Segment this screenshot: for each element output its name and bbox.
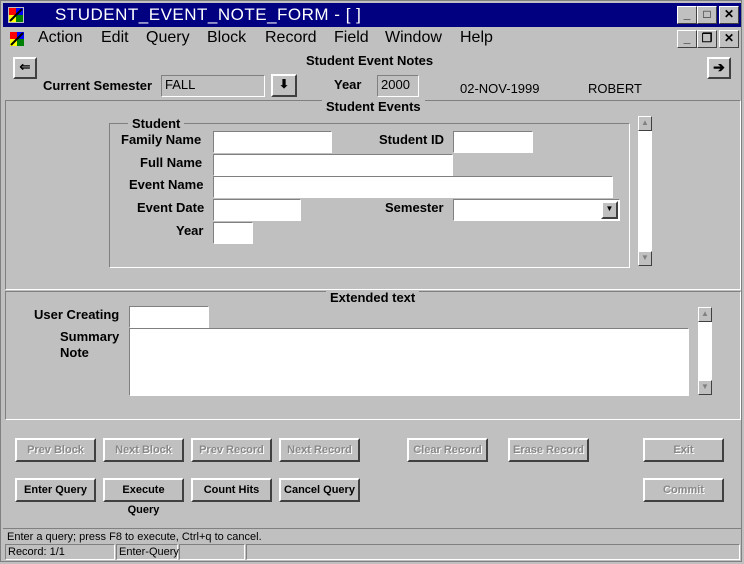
current-date: 02-NOV-1999 — [460, 81, 540, 96]
status-message: Enter a query; press F8 to execute, Ctrl… — [7, 531, 262, 543]
event-name-field[interactable] — [213, 176, 613, 198]
title-bar[interactable]: STUDENT_EVENT_NOTE_FORM - [ ] _ □ ✕ — [3, 3, 741, 27]
event-date-label: Event Date — [137, 200, 205, 215]
close-icon: ✕ — [723, 7, 735, 21]
erase-record-button[interactable]: Erase Record — [508, 438, 589, 462]
summary-label: Summary — [60, 329, 120, 344]
semester-label: Semester — [385, 200, 444, 215]
menu-help[interactable]: Help — [460, 29, 493, 47]
next-block-button[interactable]: Next Block — [103, 438, 184, 462]
form-heading: Student Event Notes — [306, 53, 434, 68]
menu-field[interactable]: Field — [334, 29, 369, 47]
student-events-title: Student Events — [322, 99, 425, 114]
status-cell-1 — [179, 544, 245, 560]
minimize-icon: _ — [683, 31, 691, 45]
event-date-field[interactable] — [213, 199, 301, 221]
record-indicator: Record: 1/1 — [5, 544, 115, 560]
download-arrow-icon: ⬇ — [278, 77, 290, 91]
scroll-up-icon[interactable]: ▲ — [638, 116, 652, 131]
clear-record-button[interactable]: Clear Record — [407, 438, 488, 462]
menu-record[interactable]: Record — [265, 29, 317, 47]
count-hits-button[interactable]: Count Hits — [191, 478, 272, 502]
menu-window[interactable]: Window — [385, 29, 442, 47]
exit-button[interactable]: Exit — [643, 438, 724, 462]
menu-bar: Action Edit Query Block Record Field Win… — [3, 28, 741, 50]
student-id-label: Student ID — [379, 132, 444, 147]
semester-lov-button[interactable]: ⬇ — [271, 74, 297, 97]
summary-scrollbar[interactable]: ▲ ▼ — [697, 306, 713, 396]
chevron-down-icon: ▼ — [605, 204, 614, 213]
semester-select[interactable] — [453, 199, 620, 221]
student-id-field[interactable] — [453, 131, 533, 153]
commit-button[interactable]: Commit — [643, 478, 724, 502]
mode-indicator: Enter-Query — [116, 544, 179, 560]
prev-block-button[interactable]: Prev Block — [15, 438, 96, 462]
scroll-down-icon[interactable]: ▼ — [638, 251, 652, 266]
summary-note-field[interactable] — [129, 328, 689, 396]
student-group-title: Student — [128, 116, 185, 131]
current-semester-label: Current Semester — [43, 78, 153, 93]
app-window: STUDENT_EVENT_NOTE_FORM - [ ] _ □ ✕ Acti… — [0, 0, 742, 562]
current-user: ROBERT — [588, 81, 642, 96]
user-creating-label: User Creating — [34, 307, 120, 322]
prev-record-button[interactable]: Prev Record — [191, 438, 272, 462]
note-label: Note — [60, 345, 89, 360]
event-name-label: Event Name — [129, 177, 204, 192]
menu-edit[interactable]: Edit — [101, 29, 129, 47]
cancel-query-button[interactable]: Cancel Query — [279, 478, 360, 502]
status-cell-2 — [246, 544, 740, 560]
enter-query-button[interactable]: Enter Query — [15, 478, 96, 502]
event-year-field[interactable] — [213, 222, 253, 244]
window-title: STUDENT_EVENT_NOTE_FORM - [ ] — [55, 5, 362, 24]
scroll-down-icon[interactable]: ▼ — [698, 380, 712, 395]
family-name-field[interactable] — [213, 131, 332, 153]
family-name-label: Family Name — [121, 132, 202, 147]
maximize-icon: □ — [703, 7, 711, 21]
mdi-minimize-button[interactable]: _ — [677, 30, 697, 48]
close-button[interactable]: ✕ — [719, 6, 739, 24]
extended-text-title: Extended text — [326, 290, 420, 305]
event-year-label: Year — [176, 223, 204, 238]
scroll-up-icon[interactable]: ▲ — [698, 307, 712, 322]
prev-form-button[interactable]: ⇐ — [13, 57, 37, 79]
minimize-button[interactable]: _ — [677, 6, 697, 24]
mdi-close-button[interactable]: ✕ — [719, 30, 739, 48]
next-record-button[interactable]: Next Record — [279, 438, 360, 462]
full-name-field[interactable] — [213, 154, 453, 176]
maximize-button[interactable]: □ — [697, 6, 717, 24]
mdi-restore-button[interactable]: ❐ — [697, 30, 717, 48]
status-divider — [3, 528, 741, 529]
close-icon: ✕ — [723, 31, 735, 45]
full-name-label: Full Name — [140, 155, 203, 170]
semester-dropdown-button[interactable]: ▼ — [601, 201, 618, 219]
oracle-forms-icon — [8, 7, 24, 23]
next-form-button[interactable]: ➔ — [707, 57, 731, 79]
menu-query[interactable]: Query — [146, 29, 190, 47]
document-icon[interactable] — [8, 30, 26, 48]
execute-query-button[interactable]: Execute Query — [103, 478, 184, 516]
menu-action[interactable]: Action — [38, 29, 82, 47]
current-semester-field[interactable]: FALL — [161, 75, 265, 97]
user-creating-field[interactable] — [129, 306, 209, 328]
events-scrollbar[interactable]: ▲ ▼ — [637, 115, 653, 267]
arrow-left-icon: ⇐ — [19, 59, 31, 74]
header-year-label: Year — [334, 77, 362, 92]
minimize-icon: _ — [683, 7, 691, 21]
arrow-right-icon: ➔ — [713, 59, 725, 75]
menu-block[interactable]: Block — [207, 29, 246, 47]
restore-icon: ❐ — [701, 31, 713, 45]
header-year-field[interactable]: 2000 — [377, 75, 419, 97]
